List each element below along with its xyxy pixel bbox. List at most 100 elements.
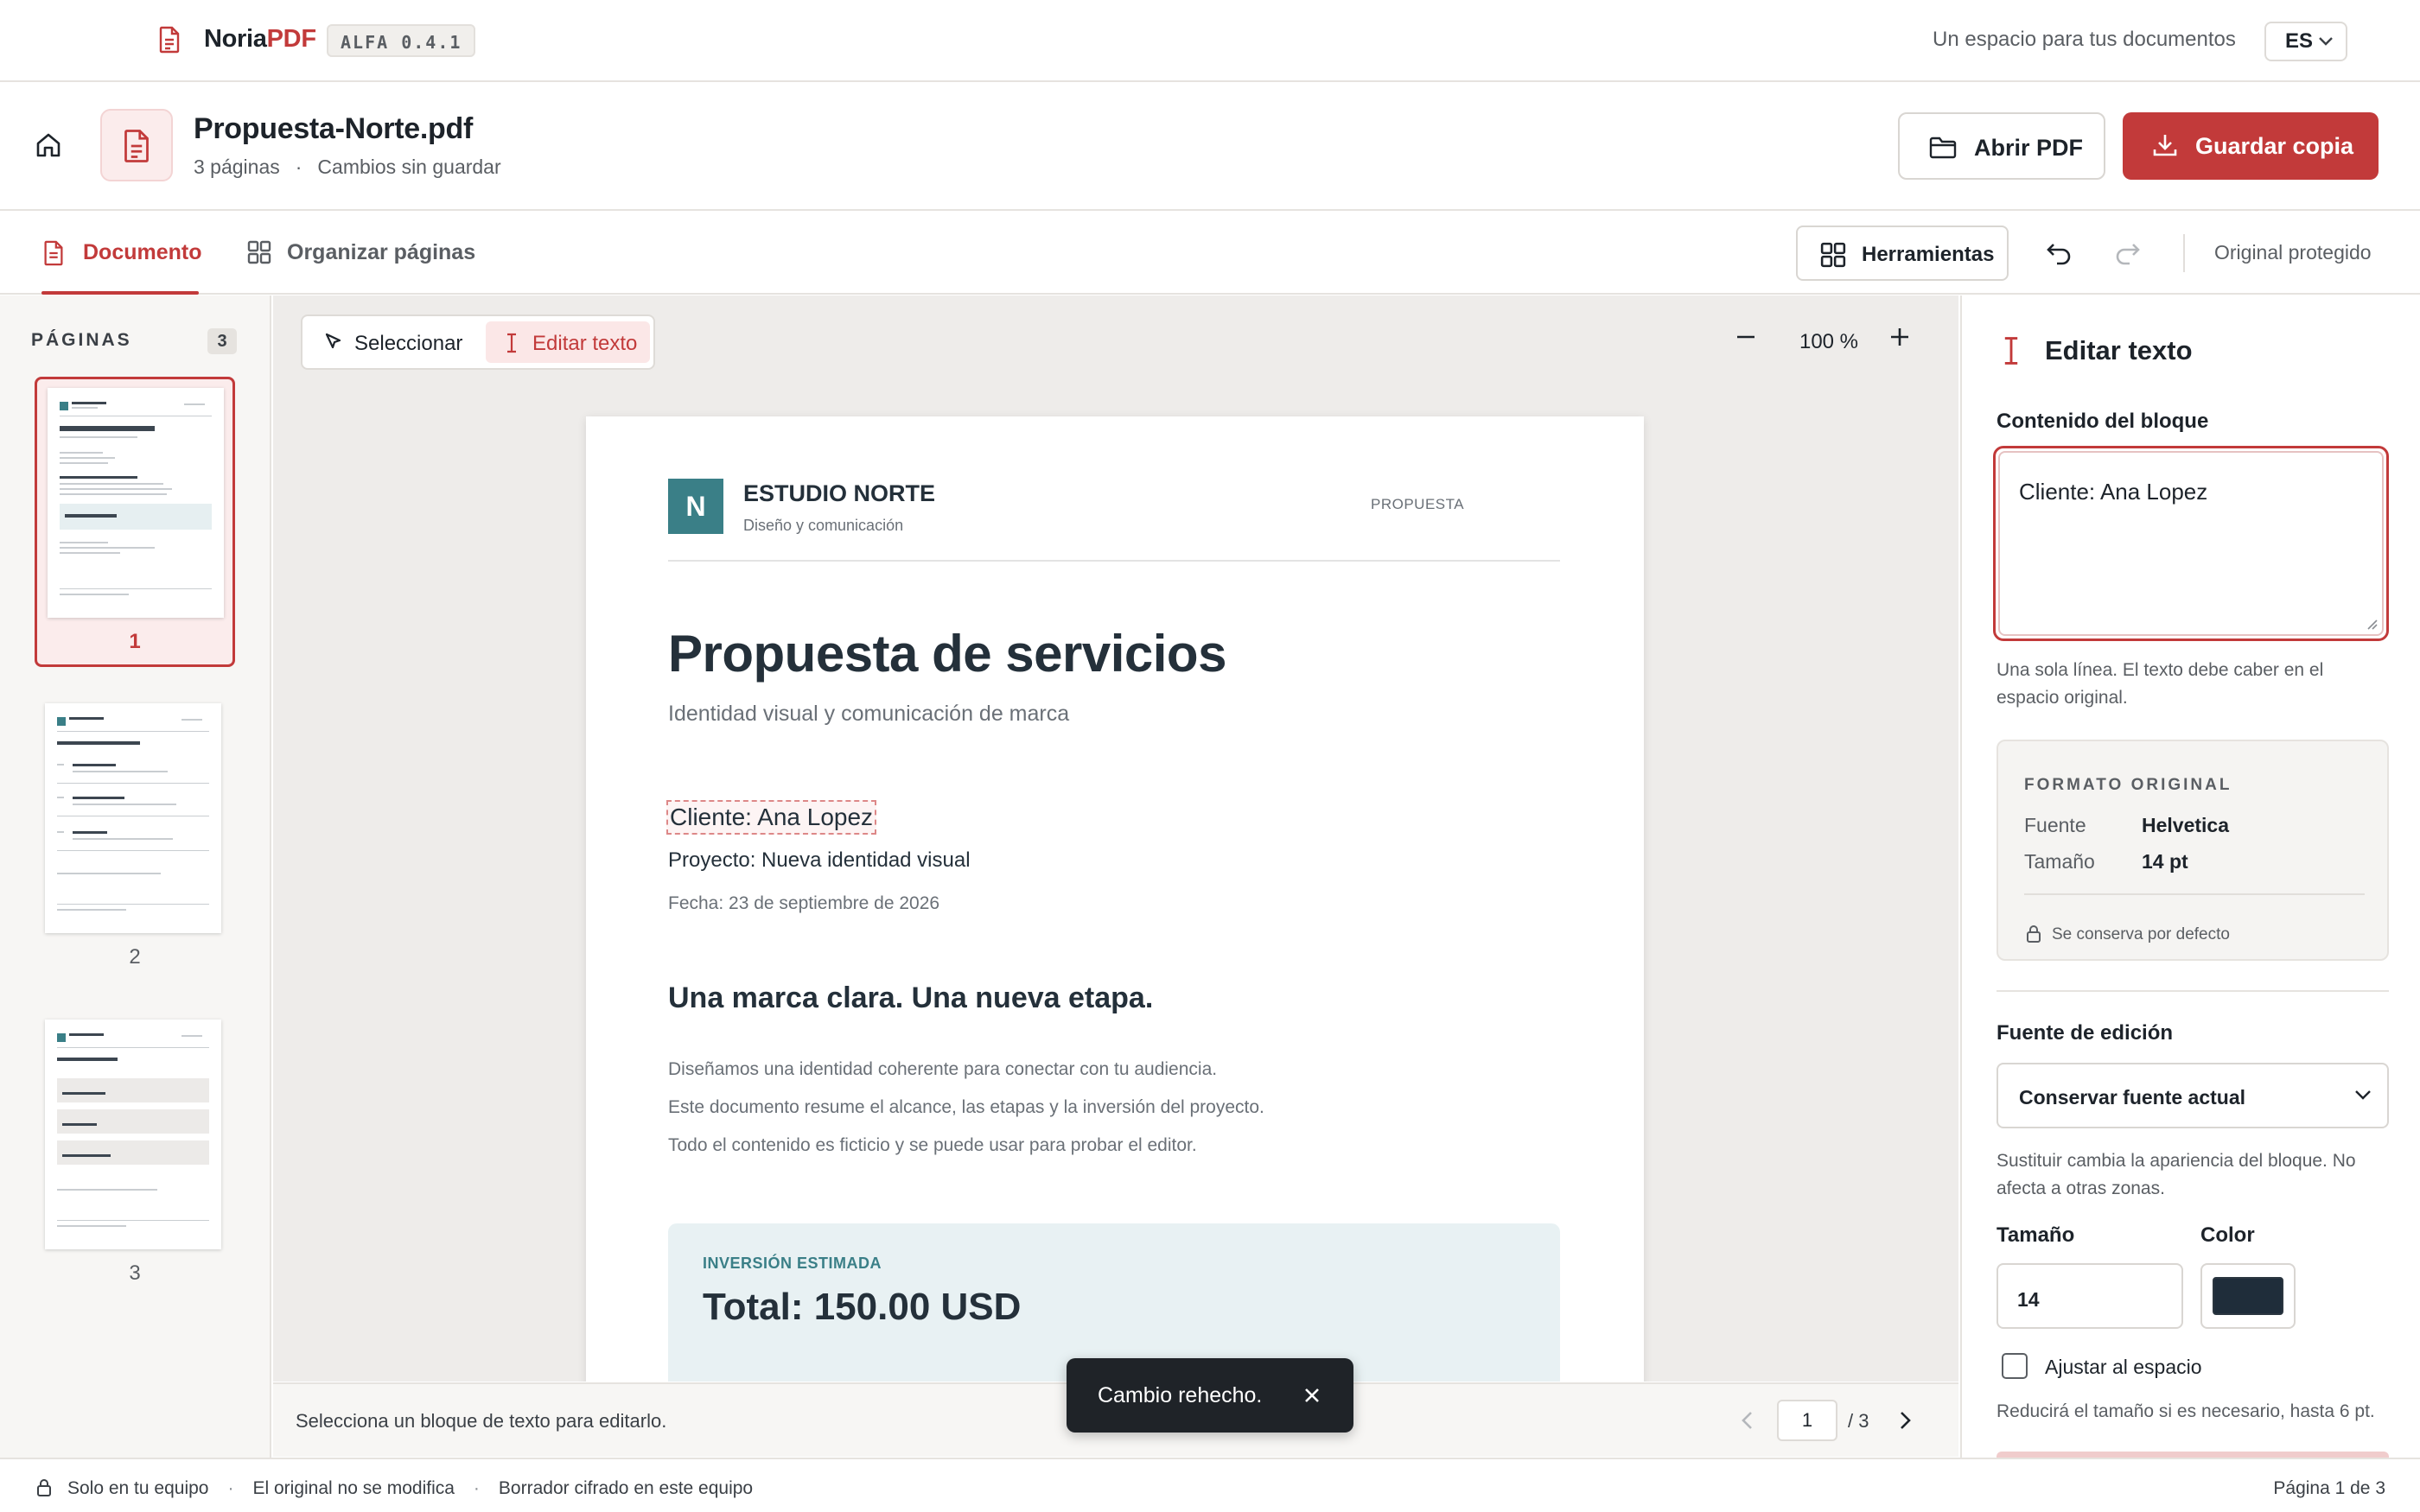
investment-total[interactable]: Total: 150.00 USD: [703, 1286, 1021, 1329]
color-swatch: [2213, 1277, 2283, 1315]
page-thumbnail[interactable]: 3: [35, 1011, 235, 1301]
tools-label: Herramientas: [1862, 243, 1995, 266]
document-kind[interactable]: PROPUESTA: [1371, 496, 1464, 513]
page-number-input[interactable]: 1: [1777, 1400, 1837, 1441]
content-hint: Una sola línea. El texto debe caber en e…: [1996, 660, 2324, 708]
file-name: Propuesta-Norte.pdf: [194, 112, 473, 145]
pages-count-badge: 3: [207, 328, 237, 354]
panel-title: Editar texto: [2045, 335, 2193, 365]
page-thumbnail[interactable]: 2: [35, 695, 235, 985]
top-bar: NoriaPDF ALFA 0.4.1 Un espacio para tus …: [0, 0, 2420, 82]
status-bar: Solo en tu equipo · El original no se modi…: [0, 1458, 2420, 1512]
brand-prefix: Noria: [204, 25, 267, 53]
document-canvas: Seleccionar Editar texto 100 % N ESTUDIO…: [273, 295, 1958, 1382]
mode-toolbar: Seleccionar Editar texto: [301, 314, 655, 370]
document-icon: [44, 240, 63, 266]
page-total: / 3: [1848, 1410, 1869, 1432]
text-cursor-icon: [1998, 335, 2024, 366]
pdf-title[interactable]: Propuesta de servicios: [668, 624, 1226, 683]
page-preview: [45, 703, 221, 933]
pdf-paragraph[interactable]: Diseñamos una identidad coherente para c…: [668, 1059, 1217, 1080]
tab-organize-label: Organizar páginas: [287, 240, 476, 264]
preserve-note: Se conserva por defecto: [2052, 925, 2230, 943]
font-value: Helvetica: [2142, 814, 2230, 836]
folder-icon: [1929, 137, 1957, 159]
tab-document[interactable]: Documento: [41, 212, 202, 295]
original-format-title: FORMATO ORIGINAL: [2024, 776, 2232, 794]
save-copy-button[interactable]: Guardar copia: [2123, 112, 2379, 180]
zoom-level: 100 %: [1799, 330, 1859, 353]
pdf-heading[interactable]: Una marca clara. Una nueva etapa.: [668, 982, 1153, 1015]
select-mode-label: Seleccionar: [354, 332, 463, 355]
home-icon[interactable]: [35, 131, 62, 159]
fit-to-space-label[interactable]: Ajustar al espacio: [2045, 1356, 2202, 1379]
tab-bar: Documento Organizar páginas Herramientas…: [0, 212, 2420, 295]
size-value: 14 pt: [2142, 850, 2188, 873]
cursor-icon: [325, 333, 341, 349]
block-content-textarea[interactable]: Cliente: Ana Lopez: [1993, 446, 2389, 641]
pdf-file-icon: [159, 26, 180, 54]
content-label: Contenido del bloque: [1996, 410, 2209, 433]
lock-icon: [2026, 924, 2041, 943]
file-meta: 3 páginas · Cambios sin guardar: [194, 156, 501, 179]
status-separator: ·: [473, 1478, 480, 1498]
toolbar-divider: [2183, 234, 2185, 272]
language-value: ES: [2285, 29, 2314, 53]
edit-font-label: Fuente de edición: [1996, 1021, 2174, 1045]
pdf-paragraph[interactable]: Este documento resume el alcance, las et…: [668, 1097, 1264, 1118]
zoom-in-icon[interactable]: [1888, 325, 1912, 349]
color-picker[interactable]: [2200, 1263, 2296, 1329]
chevron-down-icon: [2355, 1090, 2371, 1100]
studio-subtitle[interactable]: Diseño y comunicación: [743, 517, 903, 535]
original-protected-label: Original protegido: [2214, 241, 2372, 264]
language-select[interactable]: ES: [2264, 22, 2347, 61]
project-line[interactable]: Proyecto: Nueva identidad visual: [668, 848, 971, 873]
text-cursor-icon: [507, 333, 516, 353]
close-icon[interactable]: [1302, 1385, 1322, 1406]
next-page-icon[interactable]: [1893, 1408, 1917, 1433]
font-size-input[interactable]: 14: [1996, 1263, 2183, 1329]
fit-hint: Reducirá el tamaño si es necesario, hast…: [1996, 1401, 2375, 1421]
undo-icon[interactable]: [2045, 238, 2074, 267]
toast-notification: Cambio rehecho.: [1067, 1358, 1353, 1433]
tab-document-label: Documento: [83, 240, 202, 264]
select-mode-button[interactable]: Seleccionar: [308, 321, 481, 363]
app-logo: NoriaPDF: [204, 25, 316, 54]
open-pdf-button[interactable]: Abrir PDF: [1898, 112, 2105, 180]
redo-icon[interactable]: [2112, 238, 2142, 267]
studio-name[interactable]: ESTUDIO NORTE: [743, 480, 935, 507]
studio-logo: N: [668, 479, 723, 534]
edit-text-mode-label: Editar texto: [532, 332, 638, 355]
page-thumbnail[interactable]: 1: [35, 377, 235, 667]
pdf-paragraph[interactable]: Todo el contenido es ficticio y se puede…: [668, 1135, 1197, 1156]
previous-page-icon[interactable]: [1735, 1408, 1760, 1433]
font-key: Fuente: [2024, 814, 2086, 836]
fit-to-space-checkbox[interactable]: [2002, 1353, 2028, 1379]
edit-text-mode-button[interactable]: Editar texto: [486, 321, 650, 363]
tools-button[interactable]: Herramientas: [1796, 226, 2009, 281]
status-draft: Borrador cifrado en este equipo: [498, 1478, 754, 1498]
panel-divider: [1996, 990, 2389, 992]
status-page-indicator: Página 1 de 3: [2273, 1478, 2385, 1498]
textarea-value: Cliente: Ana Lopez: [2019, 479, 2208, 505]
download-icon: [2153, 135, 2177, 156]
panel-apply-button[interactable]: [1996, 1452, 2389, 1458]
original-format-card: FORMATO ORIGINAL Fuente Helvetica Tamaño…: [1996, 740, 2389, 961]
grid-icon: [1820, 242, 1846, 268]
version-badge: ALFA 0.4.1: [327, 24, 476, 57]
page-preview: [45, 1020, 221, 1249]
pdf-page: N ESTUDIO NORTE Diseño y comunicación PR…: [586, 416, 1644, 1382]
document-header: Propuesta-Norte.pdf 3 páginas · Cambios si…: [0, 83, 2420, 211]
tab-organize-pages[interactable]: Organizar páginas: [247, 212, 498, 293]
zoom-out-icon[interactable]: [1734, 325, 1758, 349]
grid-icon: [247, 240, 271, 264]
status-original: El original no se modifica: [252, 1478, 455, 1498]
brand-suffix: PDF: [266, 25, 316, 53]
date-line[interactable]: Fecha: 23 de septiembre de 2026: [668, 893, 939, 914]
investment-label[interactable]: INVERSIÓN ESTIMADA: [703, 1255, 882, 1273]
edit-font-select[interactable]: Conservar fuente actual: [1996, 1063, 2389, 1128]
pdf-subtitle[interactable]: Identidad visual y comunicación de marca: [668, 702, 1069, 727]
pages-title: PÁGINAS: [31, 330, 132, 350]
color-label: Color: [2200, 1223, 2255, 1247]
selected-text-block[interactable]: Cliente: Ana Lopez: [666, 800, 877, 835]
